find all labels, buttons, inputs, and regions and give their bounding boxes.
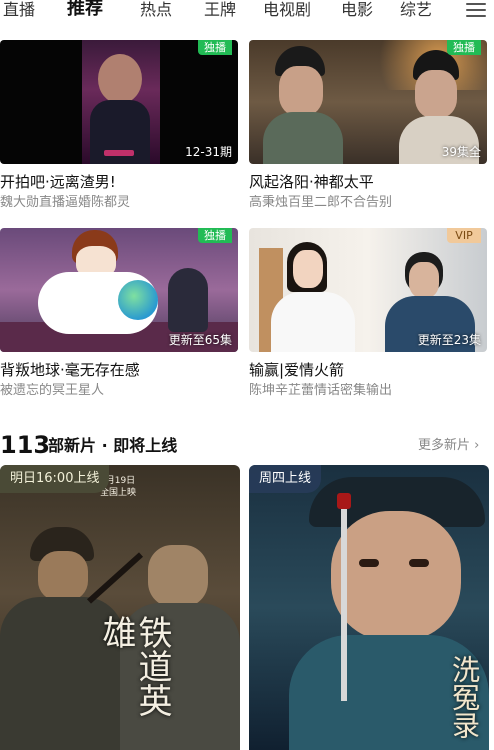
upcoming-poster[interactable]: 洗冤录 周四上线 bbox=[249, 465, 489, 750]
card-subtitle: 高秉烛百里二郎不合告别 bbox=[249, 195, 393, 210]
thumbnail[interactable]: VIP 更新至23集 bbox=[249, 228, 487, 352]
episode-label: 更新至65集 bbox=[168, 333, 232, 347]
card-title[interactable]: 背叛地球·毫无存在感 bbox=[0, 360, 240, 380]
tab-ace[interactable]: 王牌 bbox=[204, 0, 236, 20]
exclusive-badge: 独播 bbox=[198, 228, 232, 243]
vip-badge: VIP bbox=[447, 228, 481, 243]
card-subtitle: 陈坤辛芷蕾情话密集输出 bbox=[249, 383, 393, 398]
episode-label: 39集全 bbox=[441, 145, 481, 159]
poster-caption: 铁道英雄 bbox=[96, 615, 172, 717]
card-title[interactable]: 风起洛阳·神都太平 bbox=[249, 172, 489, 192]
tab-live[interactable]: 直播 bbox=[3, 0, 35, 20]
card-title[interactable]: 开拍吧·远离渣男! bbox=[0, 172, 240, 192]
video-card[interactable]: 独播 39集全 风起洛阳·神都太平 高秉烛百里二郎不合告别 bbox=[249, 40, 489, 215]
thumbnail[interactable]: 独播 更新至65集 bbox=[0, 228, 238, 352]
exclusive-badge: 独播 bbox=[447, 40, 481, 55]
episode-label: 更新至23集 bbox=[417, 333, 481, 347]
tab-hot[interactable]: 热点 bbox=[140, 0, 172, 20]
tab-movie[interactable]: 电影 bbox=[341, 0, 373, 20]
more-new-releases-link[interactable]: 更多新片 › bbox=[418, 437, 479, 455]
thumbnail[interactable]: 独播 12-31期 bbox=[0, 40, 238, 164]
release-tag: 周四上线 bbox=[249, 465, 322, 493]
tab-recommend[interactable]: 推荐 bbox=[67, 0, 103, 19]
top-nav: 直播 推荐 热点 王牌 电视剧 电影 综艺 bbox=[0, 0, 494, 28]
video-card[interactable]: 独播 更新至65集 背叛地球·毫无存在感 被遗忘的冥王星人 bbox=[0, 228, 240, 403]
new-release-count: 113 bbox=[0, 431, 51, 459]
episode-label: 12-31期 bbox=[185, 145, 232, 159]
upcoming-poster[interactable]: 铁道英雄 1月19日 全国上映 明日16:00上线 bbox=[0, 465, 240, 750]
card-title[interactable]: 输赢|爱情火箭 bbox=[249, 360, 489, 380]
menu-icon[interactable] bbox=[466, 2, 486, 18]
tab-tv[interactable]: 电视剧 bbox=[263, 0, 311, 20]
thumbnail[interactable]: 独播 39集全 bbox=[249, 40, 487, 164]
tab-variety[interactable]: 综艺 bbox=[400, 0, 432, 20]
video-card[interactable]: VIP 更新至23集 输赢|爱情火箭 陈坤辛芷蕾情话密集输出 bbox=[249, 228, 489, 403]
exclusive-badge: 独播 bbox=[198, 40, 232, 55]
section-title: 部新片 · 即将上线 bbox=[48, 436, 178, 455]
card-subtitle: 魏大勋直播逼婚陈都灵 bbox=[0, 195, 131, 210]
release-tag: 明日16:00上线 bbox=[0, 465, 110, 493]
poster-caption: 洗冤录 bbox=[448, 655, 481, 739]
video-card[interactable]: 独播 12-31期 开拍吧·远离渣男! 魏大勋直播逼婚陈都灵 bbox=[0, 40, 240, 215]
card-subtitle: 被遗忘的冥王星人 bbox=[0, 383, 105, 398]
